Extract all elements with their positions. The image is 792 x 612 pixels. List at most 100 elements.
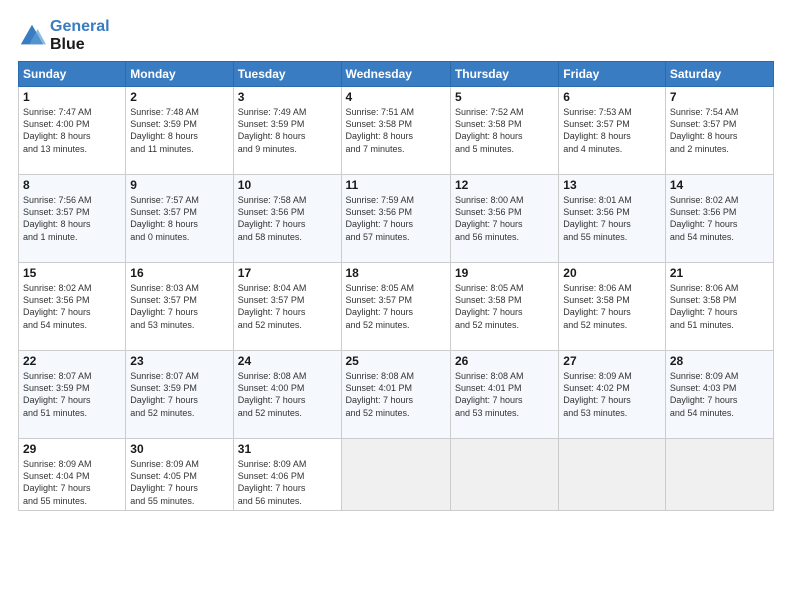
calendar-cell: 23 Sunrise: 8:07 AMSunset: 3:59 PMDayligh… [126, 351, 233, 439]
day-number: 22 [23, 354, 121, 368]
day-info: Sunrise: 7:59 AMSunset: 3:56 PMDaylight:… [346, 194, 446, 243]
calendar-cell: 7 Sunrise: 7:54 AMSunset: 3:57 PMDaylight… [665, 87, 773, 175]
header: General Blue [18, 18, 774, 53]
day-number: 21 [670, 266, 769, 280]
col-header-friday: Friday [559, 62, 666, 87]
calendar-cell: 15Sunrise: 8:02 AMSunset: 3:56 PMDayligh… [19, 263, 126, 351]
calendar-week-row: 8Sunrise: 7:56 AMSunset: 3:57 PMDaylight… [19, 175, 774, 263]
calendar-cell: 18 Sunrise: 8:05 AMSunset: 3:57 PMDayligh… [341, 263, 450, 351]
day-number: 16 [130, 266, 228, 280]
calendar: SundayMondayTuesdayWednesdayThursdayFrid… [18, 61, 774, 511]
day-info: Sunrise: 8:07 AMSunset: 3:59 PMDaylight:… [130, 370, 228, 419]
day-info: Sunrise: 7:54 AMSunset: 3:57 PMDaylight:… [670, 106, 769, 155]
day-number: 12 [455, 178, 554, 192]
calendar-cell: 28Sunrise: 8:09 AMSunset: 4:03 PMDayligh… [665, 351, 773, 439]
day-info: Sunrise: 7:52 AMSunset: 3:58 PMDaylight:… [455, 106, 554, 155]
day-info: Sunrise: 8:09 AMSunset: 4:04 PMDaylight:… [23, 458, 121, 507]
calendar-cell [559, 439, 666, 511]
calendar-cell: 3 Sunrise: 7:49 AMSunset: 3:59 PMDaylight… [233, 87, 341, 175]
calendar-cell: 11 Sunrise: 7:59 AMSunset: 3:56 PMDayligh… [341, 175, 450, 263]
day-info: Sunrise: 8:01 AMSunset: 3:56 PMDaylight:… [563, 194, 661, 243]
calendar-cell: 26 Sunrise: 8:08 AMSunset: 4:01 PMDayligh… [450, 351, 558, 439]
day-info: Sunrise: 8:05 AMSunset: 3:58 PMDaylight:… [455, 282, 554, 331]
day-number: 13 [563, 178, 661, 192]
day-number: 3 [238, 90, 337, 104]
calendar-cell: 17 Sunrise: 8:04 AMSunset: 3:57 PMDayligh… [233, 263, 341, 351]
col-header-tuesday: Tuesday [233, 62, 341, 87]
calendar-cell: 22 Sunrise: 8:07 AMSunset: 3:59 PMDayligh… [19, 351, 126, 439]
calendar-cell: 29 Sunrise: 8:09 AMSunset: 4:04 PMDayligh… [19, 439, 126, 511]
day-number: 7 [670, 90, 769, 104]
calendar-cell: 27 Sunrise: 8:09 AMSunset: 4:02 PMDayligh… [559, 351, 666, 439]
day-info: Sunrise: 8:09 AMSunset: 4:02 PMDaylight:… [563, 370, 661, 419]
day-info: Sunrise: 8:03 AMSunset: 3:57 PMDaylight:… [130, 282, 228, 331]
logo: General Blue [18, 18, 110, 53]
day-number: 14 [670, 178, 769, 192]
day-info: Sunrise: 7:51 AMSunset: 3:58 PMDaylight:… [346, 106, 446, 155]
calendar-cell: 25 Sunrise: 8:08 AMSunset: 4:01 PMDayligh… [341, 351, 450, 439]
calendar-cell: 21 Sunrise: 8:06 AMSunset: 3:58 PMDayligh… [665, 263, 773, 351]
day-info: Sunrise: 7:49 AMSunset: 3:59 PMDaylight:… [238, 106, 337, 155]
col-header-monday: Monday [126, 62, 233, 87]
calendar-cell: 14Sunrise: 8:02 AMSunset: 3:56 PMDayligh… [665, 175, 773, 263]
day-number: 24 [238, 354, 337, 368]
col-header-thursday: Thursday [450, 62, 558, 87]
day-info: Sunrise: 7:58 AMSunset: 3:56 PMDaylight:… [238, 194, 337, 243]
day-info: Sunrise: 8:07 AMSunset: 3:59 PMDaylight:… [23, 370, 121, 419]
col-header-sunday: Sunday [19, 62, 126, 87]
day-number: 29 [23, 442, 121, 456]
calendar-cell: 12 Sunrise: 8:00 AMSunset: 3:56 PMDayligh… [450, 175, 558, 263]
day-number: 18 [346, 266, 446, 280]
day-number: 6 [563, 90, 661, 104]
calendar-cell: 19 Sunrise: 8:05 AMSunset: 3:58 PMDayligh… [450, 263, 558, 351]
calendar-cell: 20 Sunrise: 8:06 AMSunset: 3:58 PMDayligh… [559, 263, 666, 351]
day-number: 30 [130, 442, 228, 456]
day-info: Sunrise: 8:08 AMSunset: 4:01 PMDaylight:… [346, 370, 446, 419]
day-number: 20 [563, 266, 661, 280]
calendar-week-row: 1 Sunrise: 7:47 AMSunset: 4:00 PMDaylight… [19, 87, 774, 175]
day-number: 17 [238, 266, 337, 280]
day-number: 9 [130, 178, 228, 192]
day-info: Sunrise: 8:08 AMSunset: 4:01 PMDaylight:… [455, 370, 554, 419]
day-number: 19 [455, 266, 554, 280]
calendar-week-row: 22 Sunrise: 8:07 AMSunset: 3:59 PMDayligh… [19, 351, 774, 439]
calendar-cell: 5 Sunrise: 7:52 AMSunset: 3:58 PMDaylight… [450, 87, 558, 175]
day-number: 26 [455, 354, 554, 368]
calendar-cell: 8Sunrise: 7:56 AMSunset: 3:57 PMDaylight… [19, 175, 126, 263]
calendar-cell: 31Sunrise: 8:09 AMSunset: 4:06 PMDayligh… [233, 439, 341, 511]
calendar-cell: 10Sunrise: 7:58 AMSunset: 3:56 PMDayligh… [233, 175, 341, 263]
col-header-saturday: Saturday [665, 62, 773, 87]
day-info: Sunrise: 7:57 AMSunset: 3:57 PMDaylight:… [130, 194, 228, 243]
logo-icon [18, 22, 46, 50]
day-number: 11 [346, 178, 446, 192]
calendar-cell: 6Sunrise: 7:53 AMSunset: 3:57 PMDaylight… [559, 87, 666, 175]
day-number: 5 [455, 90, 554, 104]
day-info: Sunrise: 8:09 AMSunset: 4:06 PMDaylight:… [238, 458, 337, 507]
calendar-cell [341, 439, 450, 511]
calendar-cell: 9 Sunrise: 7:57 AMSunset: 3:57 PMDaylight… [126, 175, 233, 263]
calendar-cell: 4 Sunrise: 7:51 AMSunset: 3:58 PMDaylight… [341, 87, 450, 175]
calendar-header-row: SundayMondayTuesdayWednesdayThursdayFrid… [19, 62, 774, 87]
day-number: 1 [23, 90, 121, 104]
day-info: Sunrise: 8:05 AMSunset: 3:57 PMDaylight:… [346, 282, 446, 331]
page: General Blue SundayMondayTuesdayWednesda… [0, 0, 792, 612]
day-info: Sunrise: 7:48 AMSunset: 3:59 PMDaylight:… [130, 106, 228, 155]
calendar-cell: 1 Sunrise: 7:47 AMSunset: 4:00 PMDaylight… [19, 87, 126, 175]
day-info: Sunrise: 8:06 AMSunset: 3:58 PMDaylight:… [670, 282, 769, 331]
calendar-week-row: 15Sunrise: 8:02 AMSunset: 3:56 PMDayligh… [19, 263, 774, 351]
day-number: 8 [23, 178, 121, 192]
day-info: Sunrise: 8:08 AMSunset: 4:00 PMDaylight:… [238, 370, 337, 419]
day-number: 23 [130, 354, 228, 368]
day-info: Sunrise: 8:09 AMSunset: 4:05 PMDaylight:… [130, 458, 228, 507]
calendar-cell: 13 Sunrise: 8:01 AMSunset: 3:56 PMDayligh… [559, 175, 666, 263]
day-info: Sunrise: 8:06 AMSunset: 3:58 PMDaylight:… [563, 282, 661, 331]
day-info: Sunrise: 8:00 AMSunset: 3:56 PMDaylight:… [455, 194, 554, 243]
calendar-week-row: 29 Sunrise: 8:09 AMSunset: 4:04 PMDayligh… [19, 439, 774, 511]
day-info: Sunrise: 7:47 AMSunset: 4:00 PMDaylight:… [23, 106, 121, 155]
day-info: Sunrise: 8:04 AMSunset: 3:57 PMDaylight:… [238, 282, 337, 331]
day-number: 25 [346, 354, 446, 368]
day-number: 27 [563, 354, 661, 368]
calendar-cell: 30 Sunrise: 8:09 AMSunset: 4:05 PMDayligh… [126, 439, 233, 511]
day-number: 4 [346, 90, 446, 104]
logo-text: General Blue [50, 18, 110, 53]
